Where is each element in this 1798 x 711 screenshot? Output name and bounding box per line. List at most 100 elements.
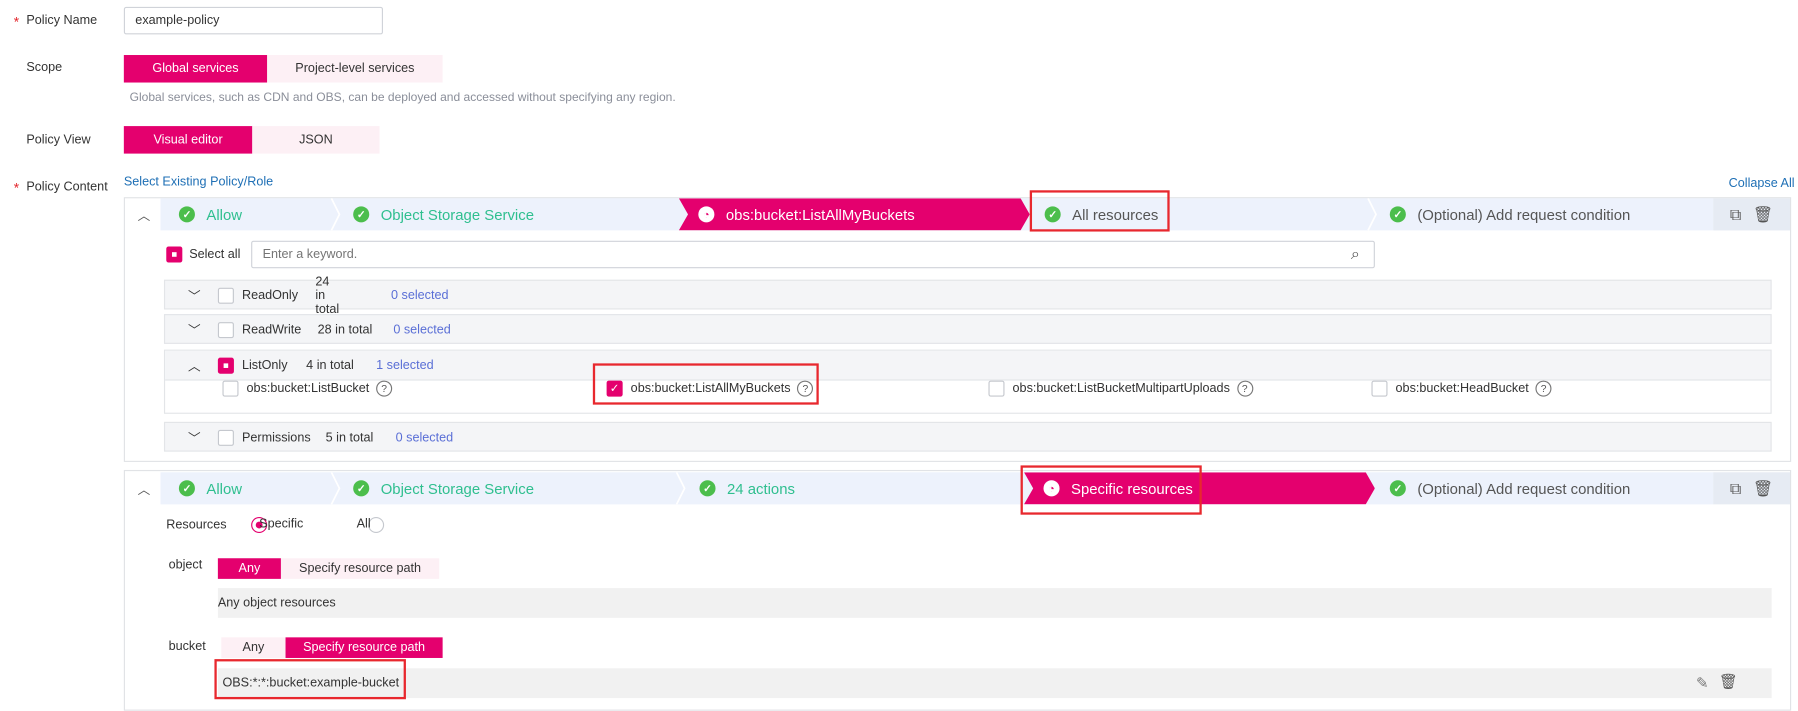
step-label: (Optional) Add request condition — [1417, 479, 1631, 497]
trash-icon[interactable]: 🗑 — [1719, 673, 1738, 691]
group-total: 28 in total — [317, 323, 373, 338]
object-resource-value: Any object resources — [217, 588, 1772, 618]
trash-icon[interactable]: 🗑 — [1753, 479, 1773, 498]
group-selected: 0 selected — [393, 323, 451, 338]
step-condition[interactable]: ✓ (Optional) Add request condition — [1389, 472, 1711, 504]
scope-project-button[interactable]: Project-level services — [267, 55, 443, 83]
step-separator — [675, 472, 686, 505]
action-checkbox[interactable] — [988, 380, 1005, 397]
group-name: ReadOnly — [241, 288, 299, 303]
step-actions-active[interactable]: ◔ obs:bucket:ListAllMyBuckets — [679, 198, 1030, 230]
resources-all-label: All — [356, 516, 371, 531]
group-name: ListOnly — [241, 358, 288, 372]
step-effect[interactable]: ✓ Allow — [178, 198, 335, 230]
select-all-checkbox[interactable] — [166, 246, 183, 263]
group-checkbox[interactable] — [217, 429, 234, 446]
group-total: 5 in total — [325, 431, 374, 445]
step-service[interactable]: ✓ Object Storage Service — [353, 472, 674, 504]
step-effect[interactable]: ✓ Allow — [178, 472, 335, 504]
step-separator — [1367, 198, 1378, 231]
collapse-all-link[interactable]: Collapse All — [1729, 177, 1795, 191]
clock-icon: ◔ — [698, 206, 714, 222]
statement-2-steps: ✓ Allow ✓ Object Storage Service ✓ 24 actio… — [160, 472, 1714, 505]
step-label: (Optional) Add request condition — [1417, 205, 1631, 223]
group-checkbox[interactable] — [217, 287, 234, 304]
check-icon: ✓ — [178, 480, 195, 497]
step-condition[interactable]: ✓ (Optional) Add request condition — [1389, 198, 1711, 230]
group-selected: 0 selected — [391, 288, 449, 303]
chevron-down-icon[interactable]: ﹀ — [188, 429, 201, 447]
chevron-up-icon[interactable]: ︿ — [188, 356, 201, 374]
action-group-permissions: ﹀ Permissions 5 in total 0 selected — [163, 421, 1772, 452]
action-name: obs:bucket:ListBucket — [246, 381, 370, 396]
highlight-box — [1020, 465, 1202, 515]
collapse-chevron-up-icon[interactable]: ︿ — [138, 480, 151, 498]
highlight-box — [1029, 190, 1170, 232]
edit-icon[interactable]: ✎ — [1696, 674, 1709, 692]
action-name: obs:bucket:ListBucketMultipartUploads — [1012, 381, 1230, 396]
check-icon: ✓ — [699, 480, 716, 497]
copy-icon[interactable]: ⧉ — [1730, 205, 1741, 224]
object-any-button[interactable]: Any — [217, 558, 281, 579]
step-label: 24 actions — [727, 479, 795, 497]
action-item[interactable]: obs:bucket:ListBucketMultipartUploads? — [988, 380, 1253, 397]
action-checkbox[interactable] — [222, 380, 239, 397]
search-icon[interactable]: ⌕ — [1351, 244, 1360, 263]
step-label: Object Storage Service — [380, 205, 535, 223]
statement-1-steps: ✓ Allow ✓ Object Storage Service ◔ obs:buck… — [160, 198, 1714, 231]
step-separator — [330, 198, 341, 231]
policy-name-label: Policy Name — [26, 13, 98, 28]
check-icon: ✓ — [1389, 480, 1406, 497]
select-all-label: Select all — [189, 247, 241, 262]
highlight-box — [592, 363, 819, 405]
group-checkbox[interactable] — [217, 322, 234, 339]
bucket-specify-path-button[interactable]: Specify resource path — [285, 637, 443, 658]
statement-2-actions: ⧉ 🗑 — [1713, 472, 1790, 505]
check-icon: ✓ — [353, 480, 370, 497]
check-icon: ✓ — [353, 206, 370, 223]
policy-content-label: Policy Content — [26, 179, 108, 194]
scope-label: Scope — [26, 60, 63, 75]
group-checkbox[interactable] — [217, 357, 234, 374]
chevron-down-icon[interactable]: ﹀ — [188, 321, 201, 339]
trash-icon[interactable]: 🗑 — [1753, 205, 1773, 224]
visual-editor-button[interactable]: Visual editor — [123, 126, 253, 154]
group-selected: 1 selected — [376, 358, 434, 372]
group-name: ReadWrite — [241, 323, 302, 338]
group-total: 24 in total — [315, 275, 340, 317]
action-item[interactable]: obs:bucket:ListBucket? — [222, 380, 393, 397]
action-search-input[interactable] — [251, 240, 1375, 269]
collapse-chevron-up-icon[interactable]: ︿ — [138, 206, 151, 224]
action-group-readwrite: ﹀ ReadWrite 28 in total 0 selected — [163, 314, 1772, 344]
resources-specific-label: Specific — [259, 516, 304, 531]
check-icon: ✓ — [1389, 206, 1406, 223]
object-label: object — [168, 558, 203, 573]
policy-name-input[interactable] — [123, 6, 383, 35]
json-button[interactable]: JSON — [252, 126, 380, 154]
check-icon: ✓ — [178, 206, 195, 223]
help-icon[interactable]: ? — [376, 380, 393, 397]
bucket-any-button[interactable]: Any — [221, 637, 286, 658]
select-existing-policy-link[interactable]: Select Existing Policy/Role — [124, 175, 273, 189]
step-label: obs:bucket:ListAllMyBuckets — [725, 205, 915, 223]
group-total: 4 in total — [306, 358, 354, 372]
statement-1-actions: ⧉ 🗑 — [1713, 198, 1790, 231]
object-specify-path-button[interactable]: Specify resource path — [280, 558, 440, 579]
copy-icon[interactable]: ⧉ — [1730, 479, 1741, 498]
bucket-resource-path: OBS:*:*:bucket:example-bucket — [217, 668, 1772, 699]
step-label: Allow — [206, 479, 243, 497]
chevron-down-icon[interactable]: ﹀ — [188, 287, 201, 305]
action-group-readonly: ﹀ ReadOnly 24 in total 0 selected — [163, 275, 1772, 316]
required-mark: * — [13, 13, 20, 30]
step-separator — [330, 472, 341, 505]
step-service[interactable]: ✓ Object Storage Service — [353, 198, 674, 230]
action-item[interactable]: obs:bucket:HeadBucket? — [1371, 380, 1552, 397]
help-icon[interactable]: ? — [1236, 380, 1253, 397]
policy-view-label: Policy View — [26, 132, 91, 147]
required-mark: * — [13, 179, 20, 197]
action-checkbox[interactable] — [1371, 380, 1388, 397]
step-actions[interactable]: ✓ 24 actions — [699, 472, 1020, 504]
help-icon[interactable]: ? — [1535, 380, 1552, 397]
action-name: obs:bucket:HeadBucket — [1395, 381, 1529, 396]
scope-global-button[interactable]: Global services — [123, 55, 268, 83]
